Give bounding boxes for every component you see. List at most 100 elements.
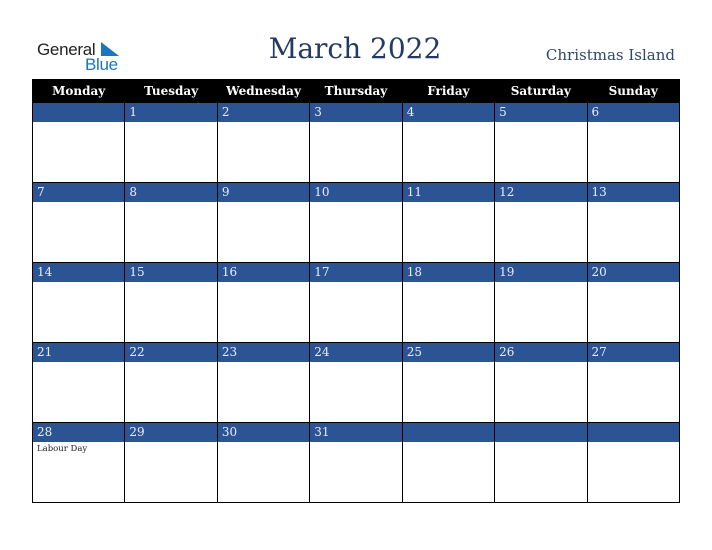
day-number: 24 xyxy=(310,343,402,362)
week-row: 7 8 9 10 11 12 13 xyxy=(31,182,681,263)
day-number: 12 xyxy=(495,183,587,202)
day-cell[interactable]: 5 xyxy=(494,102,588,183)
day-number: 31 xyxy=(310,423,402,442)
day-cell[interactable]: 21 xyxy=(31,342,126,423)
day-number: 26 xyxy=(495,343,587,362)
day-body xyxy=(33,202,124,262)
day-body xyxy=(403,202,494,262)
day-body xyxy=(218,122,309,182)
day-number xyxy=(587,423,679,442)
day-body xyxy=(403,442,494,502)
day-number: 18 xyxy=(402,263,495,282)
day-number: 15 xyxy=(125,263,217,282)
day-number: 16 xyxy=(217,263,310,282)
day-number: 1 xyxy=(125,103,217,122)
day-cell[interactable]: 26 xyxy=(494,342,588,423)
day-body xyxy=(495,442,586,502)
calendar-grid: Monday Tuesday Wednesday Thursday Friday… xyxy=(31,79,681,503)
day-body xyxy=(310,282,401,342)
day-cell[interactable]: 7 xyxy=(31,182,126,263)
weekday-header: Tuesday xyxy=(124,79,218,103)
day-number: 23 xyxy=(217,343,310,362)
day-body xyxy=(218,282,309,342)
day-body xyxy=(403,362,494,422)
day-cell[interactable]: 11 xyxy=(401,182,496,263)
day-body xyxy=(310,202,401,262)
week-row: 123456 xyxy=(31,102,681,183)
day-cell[interactable]: 4 xyxy=(401,102,496,183)
day-cell[interactable]: 1 xyxy=(124,102,218,183)
day-number xyxy=(33,103,125,122)
weekday-header: Monday xyxy=(31,79,126,103)
day-cell[interactable] xyxy=(401,422,496,503)
day-number: 5 xyxy=(495,103,587,122)
weekday-header: Saturday xyxy=(494,79,588,103)
day-body xyxy=(495,202,586,262)
day-cell[interactable]: 28 Labour Day xyxy=(31,422,126,503)
day-cell[interactable] xyxy=(586,422,681,503)
day-cell[interactable]: 24 xyxy=(309,342,403,423)
week-row: 14 15 16 17 18 19 20 xyxy=(31,262,681,343)
day-cell[interactable]: 3 xyxy=(309,102,403,183)
day-cell[interactable]: 12 xyxy=(494,182,588,263)
day-number: 19 xyxy=(495,263,587,282)
day-body: Labour Day xyxy=(33,442,124,502)
day-body xyxy=(33,122,124,182)
day-cell[interactable]: 29 xyxy=(124,422,218,503)
day-cell[interactable]: 13 xyxy=(586,182,681,263)
day-number: 25 xyxy=(402,343,495,362)
weekday-header: Friday xyxy=(401,79,496,103)
day-cell[interactable]: 10 xyxy=(309,182,403,263)
day-cell[interactable]: 23 xyxy=(216,342,311,423)
day-body xyxy=(218,442,309,502)
day-number: 9 xyxy=(217,183,310,202)
weekday-header: Wednesday xyxy=(216,79,311,103)
day-cell[interactable]: 18 xyxy=(401,262,496,343)
day-cell[interactable]: 15 xyxy=(124,262,218,343)
day-cell[interactable]: 25 xyxy=(401,342,496,423)
day-body xyxy=(310,442,401,502)
day-cell[interactable]: 30 xyxy=(216,422,311,503)
day-number: 28 xyxy=(33,423,125,442)
day-body xyxy=(495,362,586,422)
day-body xyxy=(125,282,216,342)
day-body xyxy=(495,282,586,342)
day-number: 17 xyxy=(310,263,402,282)
day-body xyxy=(125,122,216,182)
month-year: March 2022 xyxy=(268,32,442,65)
day-body xyxy=(218,362,309,422)
day-body xyxy=(495,122,586,182)
day-cell[interactable]: 31 xyxy=(309,422,403,503)
weekday-header: Sunday xyxy=(586,79,681,103)
day-cell[interactable]: 6 xyxy=(586,102,681,183)
day-cell[interactable]: 19 xyxy=(494,262,588,343)
day-body xyxy=(588,282,679,342)
day-cell[interactable]: 20 xyxy=(586,262,681,343)
day-cell[interactable]: 14 xyxy=(31,262,126,343)
day-cell[interactable] xyxy=(31,102,126,183)
day-body xyxy=(588,442,679,502)
day-cell[interactable]: 27 xyxy=(586,342,681,423)
day-number: 27 xyxy=(587,343,679,362)
day-number: 21 xyxy=(33,343,125,362)
day-number: 2 xyxy=(217,103,310,122)
weekday-header: Thursday xyxy=(309,79,403,103)
day-cell[interactable]: 2 xyxy=(216,102,311,183)
day-body xyxy=(125,362,216,422)
day-cell[interactable]: 17 xyxy=(309,262,403,343)
region-label: Christmas Island xyxy=(545,46,675,64)
day-cell[interactable] xyxy=(494,422,588,503)
day-number: 29 xyxy=(125,423,217,442)
day-cell[interactable]: 8 xyxy=(124,182,218,263)
day-cell[interactable]: 16 xyxy=(216,262,311,343)
day-body xyxy=(33,282,124,342)
day-number: 20 xyxy=(587,263,679,282)
day-number: 13 xyxy=(587,183,679,202)
day-cell[interactable]: 9 xyxy=(216,182,311,263)
day-number: 10 xyxy=(310,183,402,202)
day-number: 3 xyxy=(310,103,402,122)
day-body xyxy=(403,122,494,182)
day-body xyxy=(588,202,679,262)
day-number: 22 xyxy=(125,343,217,362)
day-cell[interactable]: 22 xyxy=(124,342,218,423)
